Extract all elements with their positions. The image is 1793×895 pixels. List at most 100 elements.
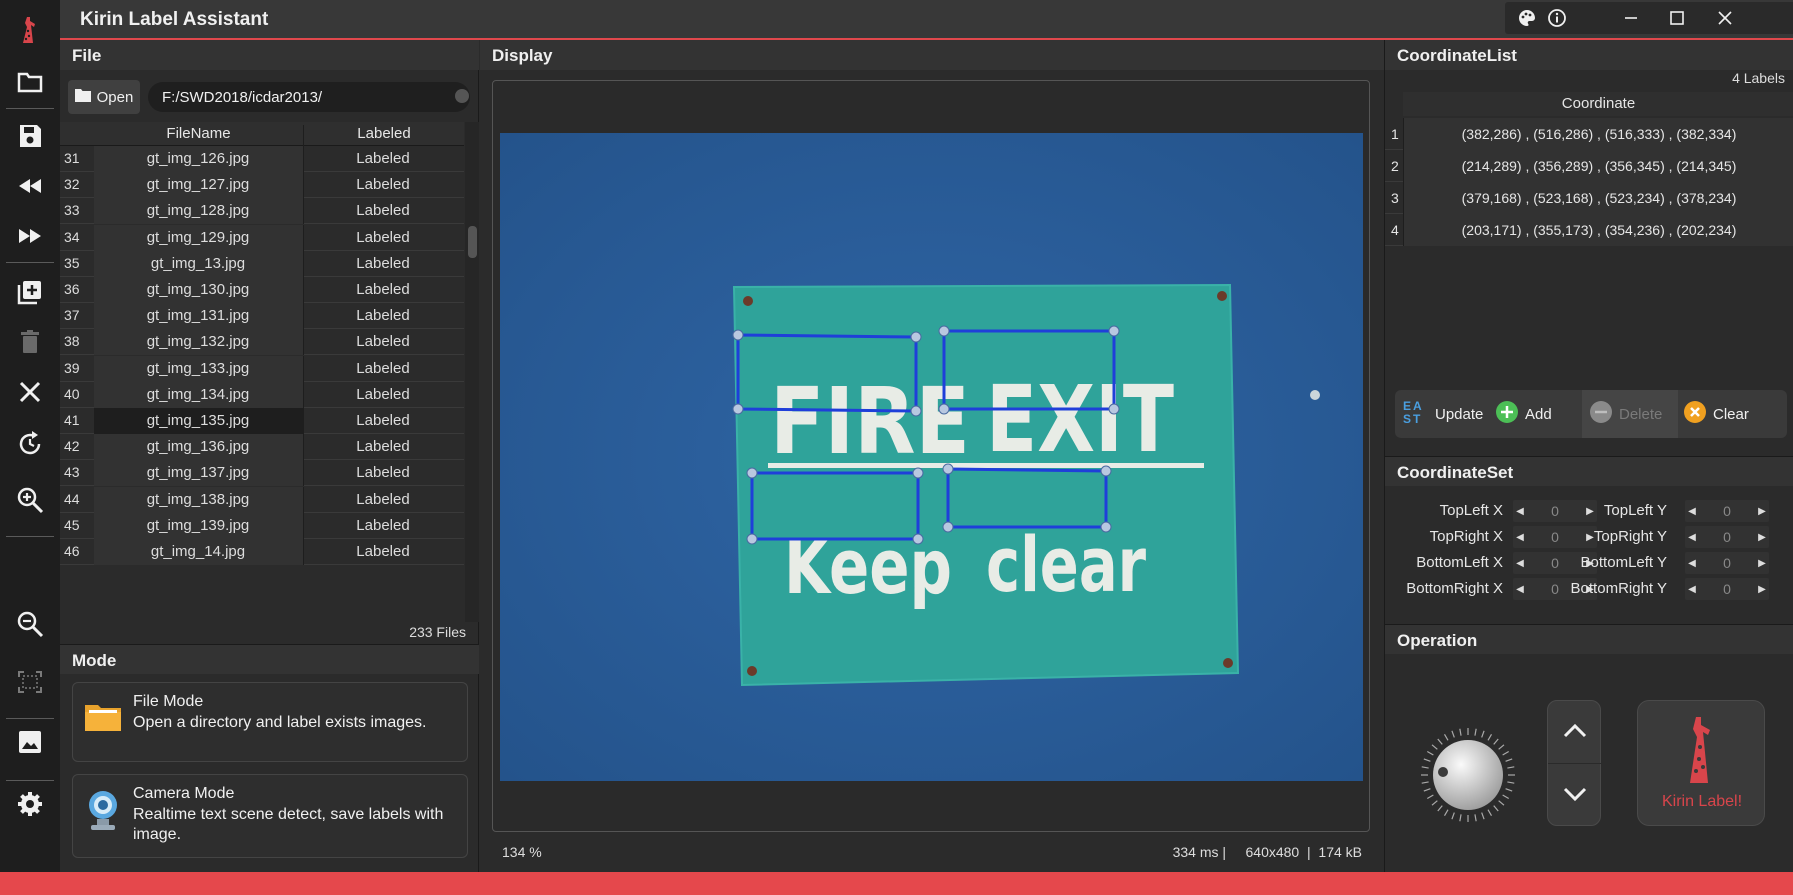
file-name: gt_img_138.jpg	[146, 490, 250, 508]
coordinate-row[interactable]: 3 (379,168) , (523,168) , (523,234) , (37…	[1385, 182, 1793, 214]
file-mode-card[interactable]: File Mode Open a directory and label exi…	[72, 682, 468, 762]
labeled-status: Labeled	[356, 333, 410, 351]
decrement-icon[interactable]: ◀	[1685, 578, 1699, 600]
coordinate-row[interactable]: 2 (214,289) , (356,289) , (356,345) , (21…	[1385, 150, 1793, 182]
table-row[interactable]: 44 gt_img_138.jpg Labeled	[60, 486, 464, 513]
table-row[interactable]: 34 gt_img_129.jpg Labeled	[60, 224, 464, 251]
labeled-status: Labeled	[356, 150, 410, 167]
decrement-icon[interactable]: ◀	[1513, 578, 1527, 600]
column-header-filename[interactable]: FileName	[94, 125, 304, 146]
label-box-handle	[732, 329, 744, 341]
fit-screen-icon[interactable]	[0, 656, 60, 708]
row-number: 34	[64, 228, 80, 245]
table-row[interactable]: 42 gt_img_136.jpg Labeled	[60, 434, 464, 461]
image-canvas[interactable]: FIRE EXIT Keep clear	[492, 80, 1370, 832]
sign-text-clear: clear	[986, 520, 1146, 609]
labeled-image[interactable]: FIRE EXIT Keep clear	[500, 133, 1363, 781]
mode-panel-title: Mode	[60, 644, 479, 674]
increment-icon[interactable]: ▶	[1755, 500, 1769, 522]
status-bar	[0, 872, 1793, 895]
coordinate-spinner[interactable]: ◀ 0 ▶	[1685, 578, 1769, 600]
file-name: gt_img_131.jpg	[146, 307, 250, 325]
table-row[interactable]: 45 gt_img_139.jpg Labeled	[60, 512, 464, 539]
scrollbar-thumb[interactable]	[468, 226, 477, 258]
row-number: 44	[64, 490, 80, 507]
open-button-label: Open	[96, 88, 134, 106]
file-table-scrollbar[interactable]	[465, 122, 479, 622]
close-icon[interactable]	[0, 366, 60, 418]
info-icon[interactable]	[1547, 8, 1567, 31]
file-name: gt_img_133.jpg	[146, 359, 250, 377]
coordinate-row[interactable]: 4 (203,171) , (355,173) , (354,236) , (20…	[1385, 214, 1793, 246]
label-box-handle	[942, 521, 954, 533]
increment-icon[interactable]: ▶	[1755, 526, 1769, 548]
table-row[interactable]: 35 gt_img_13.jpg Labeled	[60, 250, 464, 277]
kirin-label-button[interactable]: Kirin Label!	[1637, 700, 1765, 826]
table-row[interactable]: 40 gt_img_134.jpg Labeled	[60, 381, 464, 408]
labeled-status: Labeled	[356, 490, 410, 508]
coordinate-field-label: TopLeft Y	[1603, 502, 1667, 519]
table-row[interactable]: 43 gt_img_137.jpg Labeled	[60, 460, 464, 487]
label-box-handle	[910, 331, 922, 343]
decrement-icon[interactable]: ◀	[1513, 500, 1527, 522]
decrement-icon[interactable]: ◀	[1513, 552, 1527, 574]
zoom-out-icon[interactable]	[0, 598, 60, 650]
file-panel: File Open FileName Labeled 31 gt_img_126.…	[60, 40, 479, 644]
coordinate-list-panel: CoordinateList 4 Labels Coordinate 1 (382…	[1384, 40, 1793, 456]
image-icon[interactable]	[0, 716, 60, 768]
table-row[interactable]: 46 gt_img_14.jpg Labeled	[60, 539, 464, 565]
up-button[interactable]	[1548, 701, 1602, 764]
rewind-icon[interactable]	[0, 160, 60, 212]
coordinate-row[interactable]: 1 (382,286) , (516,286) , (516,333) , (38…	[1385, 118, 1793, 150]
save-icon[interactable]	[0, 110, 60, 162]
table-row[interactable]: 32 gt_img_127.jpg Labeled	[60, 172, 464, 199]
coordinate-field-label: BottomLeft Y	[1580, 554, 1667, 571]
minimize-button[interactable]	[1609, 2, 1653, 34]
folder-icon[interactable]	[0, 56, 60, 108]
refresh-icon[interactable]	[0, 418, 60, 470]
down-button[interactable]	[1548, 764, 1602, 827]
table-row[interactable]: 38 gt_img_132.jpg Labeled	[60, 329, 464, 356]
coordinate-spinner[interactable]: ◀ 0 ▶	[1685, 500, 1769, 522]
fast-forward-icon[interactable]	[0, 210, 60, 262]
delete-button[interactable]: Delete	[1589, 398, 1662, 430]
labeled-status: Labeled	[356, 359, 410, 377]
update-button[interactable]: EAST Update	[1403, 398, 1483, 430]
table-row[interactable]: 31 gt_img_126.jpg Labeled	[60, 146, 464, 172]
table-row[interactable]: 39 gt_img_133.jpg Labeled	[60, 355, 464, 382]
table-row[interactable]: 41 gt_img_135.jpg Labeled	[60, 408, 464, 434]
table-row[interactable]: 33 gt_img_128.jpg Labeled	[60, 198, 464, 225]
labeled-status: Labeled	[356, 516, 410, 534]
coordinate-spinner[interactable]: ◀ 0 ▶	[1685, 526, 1769, 548]
decrement-icon[interactable]: ◀	[1513, 526, 1527, 548]
table-row[interactable]: 37 gt_img_131.jpg Labeled	[60, 303, 464, 330]
column-header-labeled[interactable]: Labeled	[305, 125, 463, 142]
clear-button[interactable]: Clear	[1683, 398, 1749, 430]
trash-icon[interactable]	[0, 316, 60, 368]
coordinate-field-label: TopRight X	[1429, 528, 1503, 545]
zoom-in-icon[interactable]	[0, 474, 60, 526]
add-box-icon[interactable]	[0, 266, 60, 318]
directory-path-input[interactable]	[148, 82, 470, 112]
image-scene: FIRE EXIT Keep clear	[500, 133, 1363, 781]
labeled-status: Labeled	[356, 228, 410, 246]
close-window-button[interactable]	[1703, 2, 1747, 34]
decrement-icon[interactable]: ◀	[1685, 552, 1699, 574]
decrement-icon[interactable]: ◀	[1685, 526, 1699, 548]
settings-icon[interactable]	[0, 778, 60, 830]
increment-icon[interactable]: ▶	[1755, 578, 1769, 600]
add-button[interactable]: Add	[1495, 398, 1552, 430]
maximize-button[interactable]	[1655, 2, 1699, 34]
path-scroll-handle[interactable]	[455, 89, 469, 103]
row-number: 46	[64, 543, 80, 559]
coordinate-spinner[interactable]: ◀ 0 ▶	[1685, 552, 1769, 574]
open-button[interactable]: Open	[68, 80, 140, 114]
decrement-icon[interactable]: ◀	[1685, 500, 1699, 522]
table-row[interactable]: 36 gt_img_130.jpg Labeled	[60, 277, 464, 303]
rotation-knob[interactable]	[1413, 720, 1523, 830]
coordinate-set-title: CoordinateSet	[1385, 456, 1793, 486]
increment-icon[interactable]: ▶	[1755, 552, 1769, 574]
palette-icon[interactable]	[1517, 8, 1537, 31]
camera-mode-card[interactable]: Camera Mode Realtime text scene detect, …	[72, 774, 468, 858]
column-header-coordinate[interactable]: Coordinate	[1403, 92, 1793, 116]
